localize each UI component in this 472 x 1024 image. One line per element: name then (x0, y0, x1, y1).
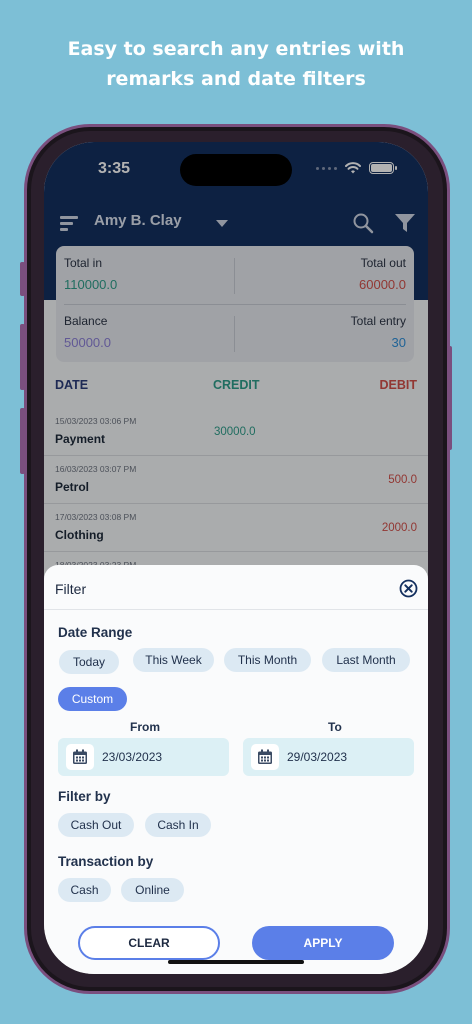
phone-side-button (447, 346, 452, 450)
divider (44, 609, 428, 610)
from-label: From (130, 720, 160, 734)
phone-side-button (20, 408, 25, 474)
apply-button[interactable]: APPLY (252, 926, 394, 960)
close-icon[interactable] (399, 579, 418, 598)
clear-button[interactable]: CLEAR (78, 926, 220, 960)
to-date-value: 29/03/2023 (287, 750, 348, 764)
phone-side-button (20, 324, 25, 390)
phone-side-button (20, 262, 25, 296)
chip-custom[interactable]: Custom (58, 687, 127, 711)
to-date-field[interactable]: 29/03/2023 (243, 738, 414, 776)
chip-cash[interactable]: Cash (58, 878, 111, 902)
phone-screen: 3:35 Amy B. Clay Total in 110000.0 Total… (44, 142, 428, 974)
date-range-title: Date Range (58, 625, 133, 640)
filter-sheet: Filter Date Range Today This Week This M… (44, 565, 428, 974)
chip-this-week[interactable]: This Week (133, 648, 214, 672)
from-date-value: 23/03/2023 (102, 750, 163, 764)
calendar-icon (251, 744, 279, 770)
transaction-by-title: Transaction by (58, 854, 154, 869)
chip-today[interactable]: Today (59, 650, 119, 674)
from-date-field[interactable]: 23/03/2023 (58, 738, 229, 776)
chip-online[interactable]: Online (121, 878, 184, 902)
chip-this-month[interactable]: This Month (224, 648, 311, 672)
home-indicator[interactable] (168, 960, 304, 964)
to-label: To (328, 720, 342, 734)
promo-line-2: remarks and date filters (106, 68, 366, 90)
chip-cash-in[interactable]: Cash In (145, 813, 211, 837)
filter-by-title: Filter by (58, 789, 111, 804)
calendar-icon (66, 744, 94, 770)
promo-line-1: Easy to search any entries with (67, 38, 405, 60)
filter-title: Filter (55, 581, 87, 597)
promo-headline: Easy to search any entries with remarks … (0, 34, 472, 94)
chip-last-month[interactable]: Last Month (322, 648, 410, 672)
chip-cash-out[interactable]: Cash Out (58, 813, 134, 837)
